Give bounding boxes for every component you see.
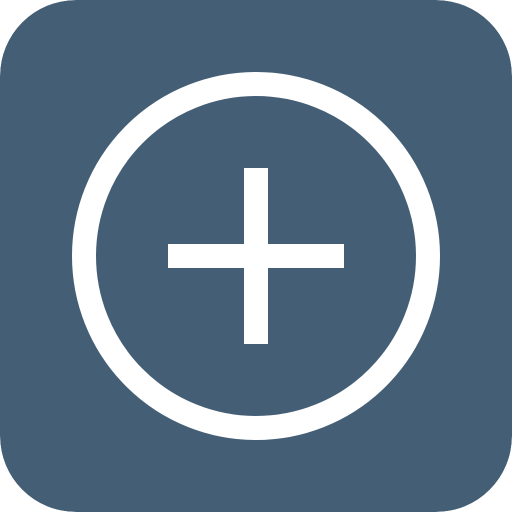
add-app-icon[interactable] [0,0,512,512]
add-circle-icon [0,0,512,512]
plus-horizontal-bar [168,244,344,268]
